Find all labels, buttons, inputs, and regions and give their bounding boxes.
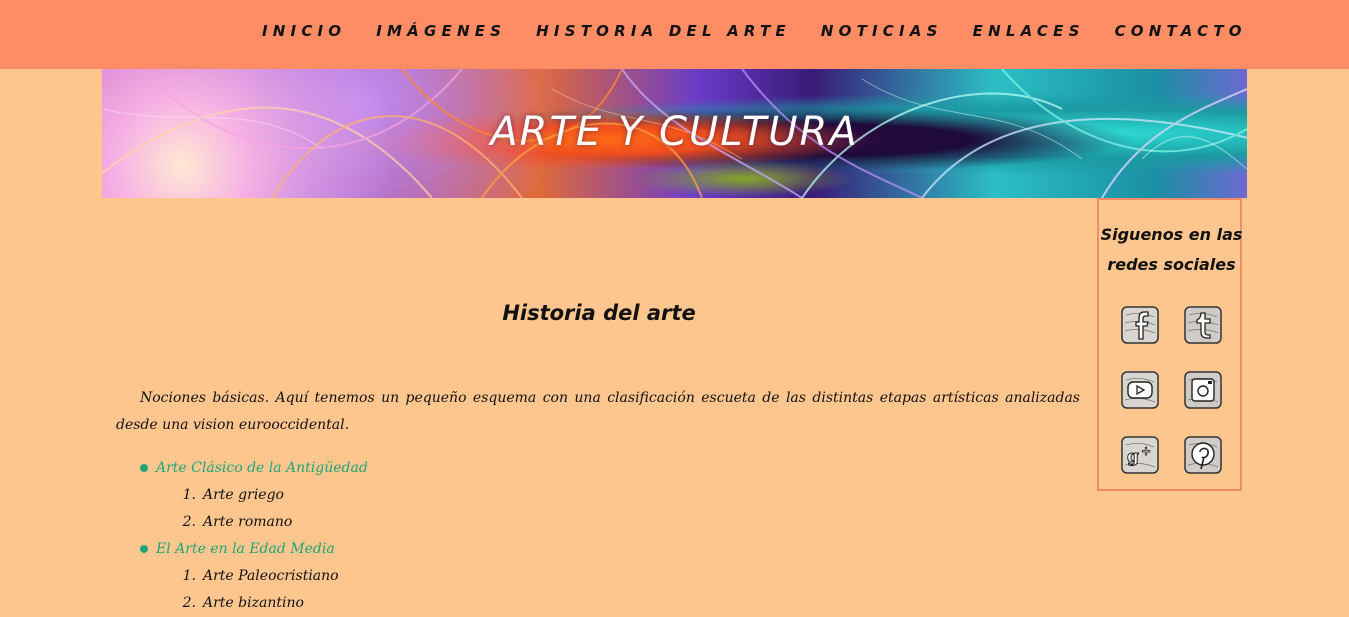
sub-item-label: Arte griego <box>203 487 284 503</box>
nav-item-contacto[interactable]: CONTACTO <box>1115 22 1247 40</box>
nav-menu: INICIO IMÁGENES HISTORIA DEL ARTE NOTICI… <box>262 22 1247 40</box>
list-item: 1. Arte Paleocristiano <box>140 563 368 590</box>
sub-list: 1. Arte griego 2. Arte romano <box>140 482 368 536</box>
list-item: El Arte en la Edad Media 1. Arte Paleocri… <box>140 536 368 617</box>
list-number: 2. <box>182 514 196 530</box>
intro-paragraph: Nociones básicas. Aquí tenemos un pequeñ… <box>116 390 1080 433</box>
site-title: ARTE Y CULTURA <box>490 109 859 155</box>
list-item: 1. Arte griego <box>140 482 368 509</box>
sub-item-label: Arte romano <box>203 514 293 530</box>
list-number: 1. <box>182 487 196 503</box>
google-plus-icon[interactable]: g + <box>1120 435 1160 475</box>
youtube-icon[interactable] <box>1120 370 1160 410</box>
list-item: 2. Arte romano <box>140 509 368 536</box>
nav-item-enlaces[interactable]: ENLACES <box>973 22 1085 40</box>
nav-item-imagenes[interactable]: IMÁGENES <box>376 22 506 40</box>
page-title: Historia del arte <box>502 301 696 326</box>
sub-list: 1. Arte Paleocristiano 2. Arte bizantino <box>140 563 368 617</box>
tumblr-icon[interactable] <box>1183 305 1223 345</box>
svg-text:+: + <box>1141 444 1151 458</box>
list-number: 2. <box>182 595 196 611</box>
top-navigation: INICIO IMÁGENES HISTORIA DEL ARTE NOTICI… <box>0 0 1349 69</box>
list-item: Arte Clásico de la Antigüedad 1. Arte gri… <box>140 455 368 536</box>
sub-item-label: Arte Paleocristiano <box>203 568 339 584</box>
list-number: 1. <box>182 568 196 584</box>
instagram-icon[interactable] <box>1183 370 1223 410</box>
nav-item-noticias[interactable]: NOTICIAS <box>821 22 943 40</box>
era-link-edad-media[interactable]: El Arte en la Edad Media <box>140 536 368 563</box>
list-item: 2. Arte bizantino <box>140 590 368 617</box>
svg-text:g: g <box>1127 447 1139 467</box>
pinterest-icon[interactable] <box>1183 435 1223 475</box>
facebook-icon[interactable] <box>1120 305 1160 345</box>
nav-item-inicio[interactable]: INICIO <box>262 22 346 40</box>
social-sidebar: Siguenos en las redes sociales g + <box>1097 198 1242 491</box>
art-history-outline: Arte Clásico de la Antigüedad 1. Arte gri… <box>140 455 368 617</box>
nav-item-historia-del-arte[interactable]: HISTORIA DEL ARTE <box>536 22 791 40</box>
social-title: Siguenos en las redes sociales <box>1100 225 1243 274</box>
header-banner: ARTE Y CULTURA <box>102 69 1247 198</box>
era-link-arte-clasico[interactable]: Arte Clásico de la Antigüedad <box>140 455 368 482</box>
sub-item-label: Arte bizantino <box>203 595 304 611</box>
